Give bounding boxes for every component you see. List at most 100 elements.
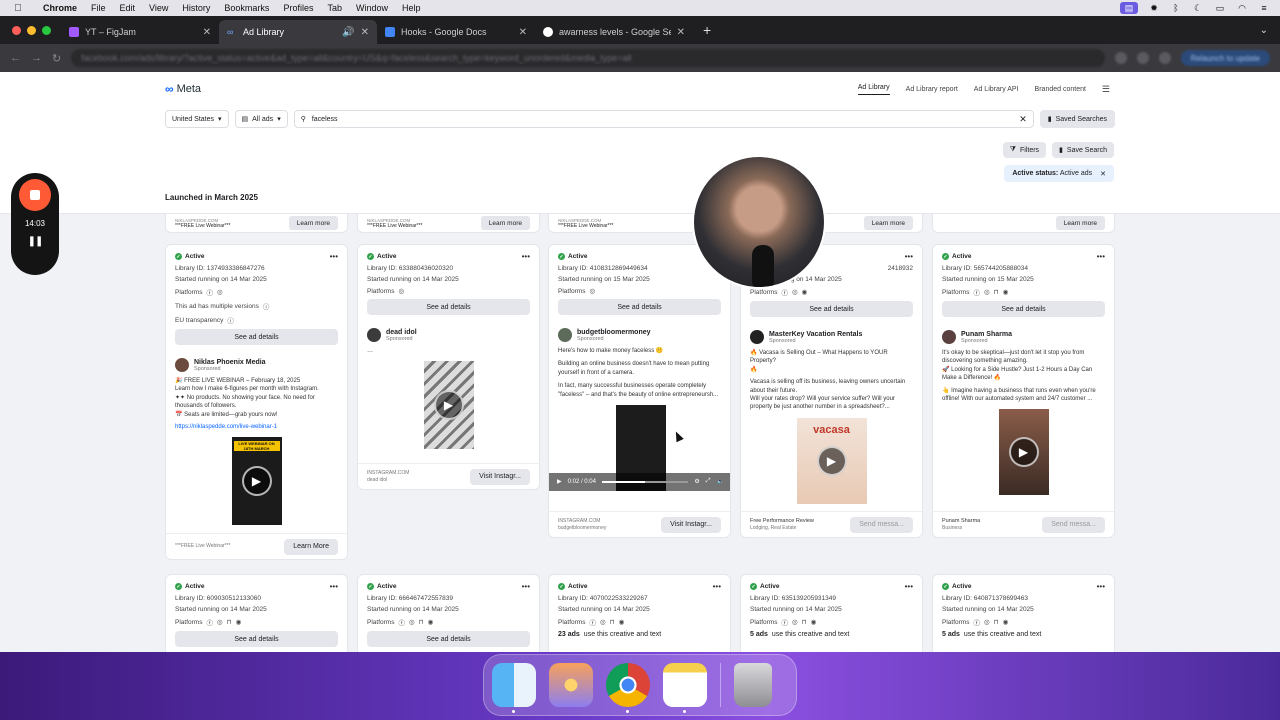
avatar[interactable]: [750, 330, 764, 344]
nav-ad-library[interactable]: Ad Library: [857, 84, 890, 95]
visit-instagram-button[interactable]: Visit Instagr...: [470, 468, 530, 485]
close-tab-icon[interactable]: ✕: [361, 27, 369, 38]
volume-icon[interactable]: 🔈: [717, 478, 724, 485]
see-ad-details-button[interactable]: See ad details: [175, 631, 338, 647]
address-bar[interactable]: facebook.com/ads/library/?active_status=…: [71, 49, 1105, 67]
menu-tab[interactable]: Tab: [320, 3, 349, 13]
audio-playing-icon[interactable]: 🔊: [342, 27, 354, 38]
webcam-bubble[interactable]: [692, 155, 826, 289]
advertiser-name[interactable]: MasterKey Vacation Rentals: [769, 331, 862, 338]
bluetooth-icon[interactable]: ᛒ: [1170, 3, 1182, 13]
close-tab-icon[interactable]: ✕: [677, 27, 685, 38]
menu-app-name[interactable]: Chrome: [36, 3, 84, 13]
extension-icon[interactable]: [1136, 52, 1149, 64]
country-select[interactable]: United States ▾: [165, 110, 229, 128]
more-options-icon[interactable]: •••: [522, 582, 530, 591]
stop-recording-button[interactable]: [19, 179, 51, 211]
forward-icon[interactable]: →: [31, 52, 42, 64]
search-input[interactable]: ⚲ faceless ✕: [293, 110, 1034, 128]
pause-icon[interactable]: ❚❚: [28, 236, 44, 247]
saved-searches-button[interactable]: ▮ Saved Searches: [1039, 110, 1115, 128]
visit-instagram-button[interactable]: Visit Instagr...: [661, 516, 721, 533]
tab-google-docs[interactable]: Hooks - Google Docs ✕: [377, 20, 535, 44]
avatar[interactable]: [942, 330, 956, 344]
maximize-window-button[interactable]: [42, 25, 51, 35]
see-ad-details-button[interactable]: See ad details: [942, 301, 1105, 317]
advertiser-name[interactable]: Punam Sharma: [961, 331, 1012, 338]
ad-video[interactable]: vacasa ▶: [796, 417, 867, 504]
more-options-icon[interactable]: •••: [330, 582, 338, 591]
menu-history[interactable]: History: [175, 3, 217, 13]
advertiser-name[interactable]: dead idol: [386, 329, 417, 336]
ad-category-select[interactable]: ▤ All ads ▾: [234, 110, 288, 128]
filters-button[interactable]: ⧩ Filters: [1002, 142, 1047, 158]
more-options-icon[interactable]: •••: [1097, 582, 1105, 591]
clear-search-icon[interactable]: ✕: [1019, 114, 1027, 125]
screen-share-icon[interactable]: ▤: [1120, 2, 1138, 14]
launchpad-icon[interactable]: [549, 663, 593, 707]
more-options-icon[interactable]: •••: [905, 252, 913, 261]
nav-ad-library-report[interactable]: Ad Library report: [906, 86, 958, 93]
play-icon[interactable]: ▶: [557, 478, 562, 485]
menu-edit[interactable]: Edit: [113, 3, 143, 13]
menu-bookmarks[interactable]: Bookmarks: [217, 3, 276, 13]
extension-icon[interactable]: [1114, 52, 1127, 64]
tab-ad-library[interactable]: ∞ Ad Library 🔊 ✕: [219, 20, 377, 44]
learn-more-button[interactable]: Learn more: [1055, 216, 1105, 230]
wifi-icon[interactable]: ◠: [1236, 3, 1248, 13]
more-options-icon[interactable]: •••: [713, 582, 721, 591]
play-icon[interactable]: ▶: [816, 445, 847, 476]
info-icon[interactable]: ⓘ: [263, 301, 270, 311]
ad-video-player[interactable]: ▶ 0:02 / 0:04 ⚙ ⤢ 🔈: [549, 404, 730, 491]
ad-video[interactable]: ▶: [423, 361, 474, 450]
trash-icon[interactable]: [734, 663, 772, 707]
menu-profiles[interactable]: Profiles: [276, 3, 320, 13]
play-icon[interactable]: ▶: [241, 466, 272, 497]
battery-icon[interactable]: ▭: [1214, 3, 1226, 13]
send-message-button[interactable]: Send messa...: [1042, 516, 1105, 533]
tab-google-search[interactable]: awarness levels - Google Se... ✕: [535, 20, 693, 44]
menu-file[interactable]: File: [84, 3, 113, 13]
nav-ad-library-api[interactable]: Ad Library API: [974, 86, 1019, 93]
close-tab-icon[interactable]: ✕: [203, 27, 211, 38]
see-ad-details-button[interactable]: See ad details: [558, 299, 721, 315]
avatar[interactable]: [367, 328, 381, 342]
profile-avatar-icon[interactable]: [1158, 52, 1171, 64]
more-options-icon[interactable]: •••: [1097, 252, 1105, 261]
focus-moon-icon[interactable]: ☾: [1192, 3, 1204, 13]
chrome-icon[interactable]: [606, 663, 650, 713]
back-icon[interactable]: ←: [10, 52, 21, 64]
play-icon[interactable]: ▶: [1008, 437, 1039, 468]
ad-video[interactable]: LIVE WEBINAR ON 18TH MARCH ▶: [231, 437, 282, 526]
see-ad-details-button[interactable]: See ad details: [367, 631, 530, 647]
reload-icon[interactable]: ↻: [52, 52, 61, 65]
new-tab-button[interactable]: +: [693, 22, 721, 38]
avatar[interactable]: [175, 358, 189, 372]
send-message-button[interactable]: Send messa...: [850, 516, 913, 533]
nav-branded-content[interactable]: Branded content: [1035, 86, 1086, 93]
eu-transparency[interactable]: EU transparency: [175, 317, 223, 324]
ad-video[interactable]: ▶: [998, 409, 1049, 496]
remove-filter-icon[interactable]: ✕: [1100, 170, 1106, 178]
ad-link[interactable]: https://niklaspedde.com/live-webinar-1: [175, 423, 338, 431]
play-icon[interactable]: ▶: [433, 390, 464, 421]
more-options-icon[interactable]: •••: [330, 252, 338, 261]
video-progress[interactable]: [601, 480, 689, 483]
close-window-button[interactable]: [12, 25, 21, 35]
settings-gear-icon[interactable]: ⚙: [694, 478, 699, 485]
avatar[interactable]: [558, 328, 572, 342]
close-tab-icon[interactable]: ✕: [519, 27, 527, 38]
advertiser-name[interactable]: Niklas Phoenix Media: [194, 359, 266, 366]
apple-menu-icon[interactable]: : [0, 3, 36, 14]
menu-window[interactable]: Window: [349, 3, 395, 13]
see-ad-details-button[interactable]: See ad details: [750, 301, 913, 317]
control-center-icon[interactable]: ≡: [1258, 3, 1270, 13]
more-options-icon[interactable]: •••: [905, 582, 913, 591]
see-ad-details-button[interactable]: See ad details: [175, 329, 338, 345]
menu-hamburger-icon[interactable]: ☰: [1102, 84, 1110, 95]
finder-icon[interactable]: [492, 663, 536, 713]
fullscreen-icon[interactable]: ⤢: [706, 478, 711, 485]
meta-logo[interactable]: ∞ Meta: [165, 82, 201, 96]
tab-search-chevron-icon[interactable]: ⌄: [1260, 25, 1280, 36]
menu-help[interactable]: Help: [395, 3, 428, 13]
